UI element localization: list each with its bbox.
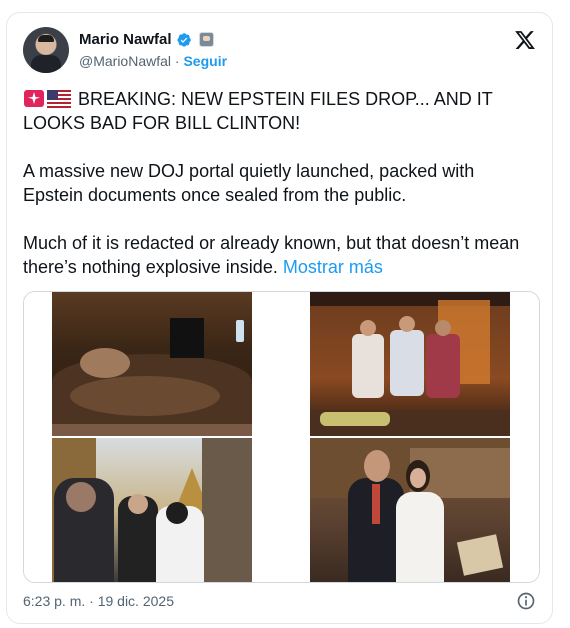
x-logo-icon[interactable] (514, 29, 536, 51)
tweet-paragraph-3: Much of it is redacted or already known,… (23, 233, 520, 277)
author-handle[interactable]: @MarioNawfal (79, 53, 171, 69)
redaction-box (170, 318, 204, 358)
media-grid (23, 291, 540, 583)
us-flag-icon (47, 90, 71, 108)
author-name[interactable]: Mario Nawfal (79, 31, 172, 48)
handle-row: @MarioNawfal · Seguir (79, 53, 227, 69)
tweet-card: Mario Nawfal @MarioNawfal · Seguir BREAK… (6, 12, 553, 624)
affiliate-badge-icon[interactable] (198, 32, 214, 47)
tweet-header: Mario Nawfal @MarioNawfal · Seguir (23, 27, 536, 75)
verified-badge-icon (176, 32, 191, 47)
follow-button[interactable]: Seguir (183, 53, 227, 69)
handle-separator: · (174, 53, 180, 69)
police-light-icon (24, 90, 44, 107)
photo-temple-crowd[interactable] (24, 438, 280, 582)
timestamp[interactable]: 6:23 p. m. · 19 dic. 2025 (23, 593, 174, 609)
info-icon[interactable] (516, 591, 536, 611)
avatar[interactable] (23, 27, 69, 73)
tweet-text: BREAKING: NEW EPSTEIN FILES DROP... AND … (23, 87, 538, 279)
show-more-link[interactable]: Mostrar más (283, 257, 383, 277)
photo-group-colorful-shirts[interactable] (283, 292, 539, 436)
author-name-row: Mario Nawfal (79, 31, 214, 48)
tweet-paragraph-2: A massive new DOJ portal quietly launche… (23, 161, 475, 205)
tweet-headline: BREAKING: NEW EPSTEIN FILES DROP... AND … (23, 89, 493, 133)
photo-hot-tub[interactable] (24, 292, 280, 436)
photo-couple-posing[interactable] (283, 438, 539, 582)
